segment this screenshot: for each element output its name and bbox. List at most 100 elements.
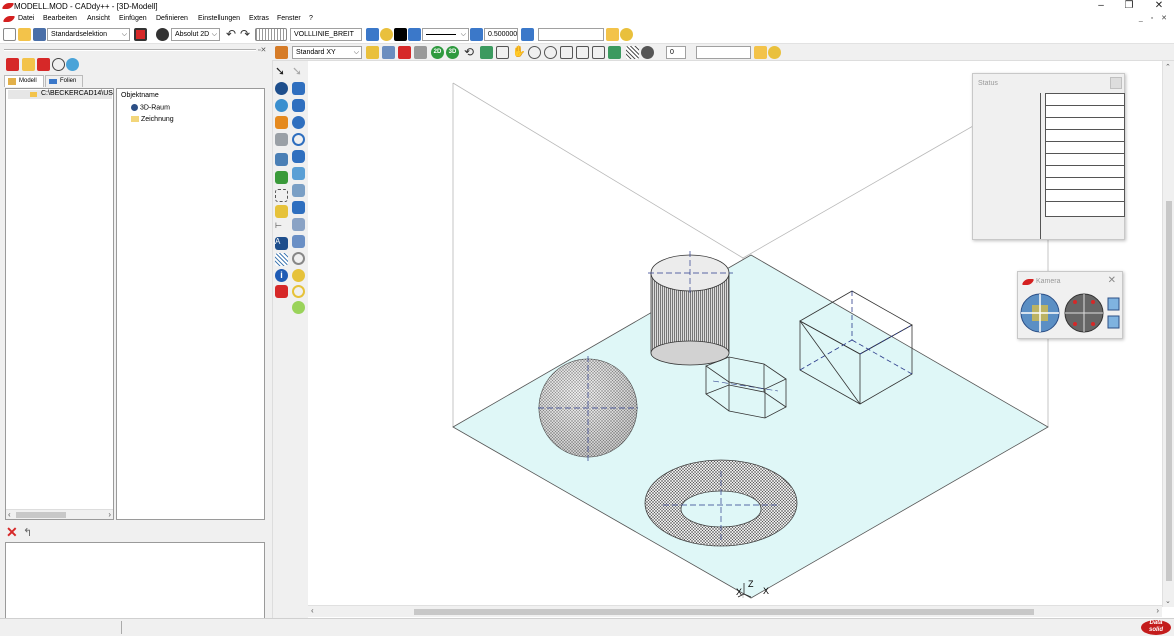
scroll-thumb[interactable]	[414, 609, 1034, 615]
coordinate-mode-icon[interactable]	[156, 28, 169, 41]
menu-fenster[interactable]: Fenster	[277, 15, 301, 22]
info-icon[interactable]	[52, 58, 65, 71]
dimension-icon[interactable]	[414, 46, 427, 59]
hatch-icon[interactable]	[626, 46, 639, 59]
text-tool-icon[interactable]: A	[275, 237, 288, 250]
zoom-window-icon[interactable]	[496, 46, 509, 59]
scroll-left-icon[interactable]: ‹	[8, 510, 11, 520]
open-folder-icon[interactable]	[18, 28, 31, 41]
menu-help[interactable]: ?	[309, 15, 313, 22]
status-panel-close-button[interactable]	[1110, 77, 1122, 89]
selection-filter-icon[interactable]	[134, 28, 147, 41]
object-item-zeichnung[interactable]: Zeichnung	[131, 116, 174, 123]
tree-item-path[interactable]: C:\BECKERCAD14\US	[8, 90, 113, 99]
construction-icon[interactable]	[275, 189, 288, 202]
menu-datei[interactable]: Datei	[18, 15, 34, 22]
scroll-down-icon[interactable]: ⌄	[1165, 597, 1171, 605]
doc-logo-icon[interactable]	[2, 16, 16, 22]
view-cube-alt-icon[interactable]	[1107, 315, 1120, 329]
undo-icon[interactable]: ↶	[226, 28, 239, 41]
restore-button[interactable]: ❐	[1118, 0, 1140, 12]
union-tool-icon[interactable]	[292, 301, 305, 314]
view-mode-select[interactable]: Standard XY ⌵	[292, 46, 362, 59]
snap-icon[interactable]	[398, 46, 411, 59]
redraw-icon[interactable]	[576, 46, 589, 59]
save-icon[interactable]	[33, 28, 46, 41]
color-swatch-icon[interactable]	[394, 28, 407, 41]
navigate-icon[interactable]	[480, 46, 493, 59]
menu-extras[interactable]: Extras	[249, 15, 269, 22]
grid-pattern-icon[interactable]	[255, 28, 287, 41]
number-stepper[interactable]: 0	[666, 46, 686, 59]
extrude-tool-icon[interactable]	[292, 167, 305, 180]
mdi-window-controls[interactable]: _ ▫ ✕	[1139, 14, 1170, 22]
lightbulb-icon[interactable]	[620, 28, 633, 41]
tree-hscrollbar[interactable]: ‹ ›	[6, 509, 113, 519]
tab-folien[interactable]: Folien	[45, 75, 83, 87]
globe-tool-icon[interactable]	[275, 99, 288, 112]
sphere-tool-icon[interactable]	[275, 82, 288, 95]
pan-hand-icon[interactable]: ✋	[512, 46, 526, 59]
pencil-icon[interactable]	[275, 46, 288, 59]
boolean-tool-icon[interactable]	[292, 285, 305, 298]
scroll-right-icon[interactable]: ›	[108, 510, 111, 520]
menu-einfuegen[interactable]: Einfügen	[119, 15, 147, 22]
dimension-tool-icon[interactable]: ⊢	[275, 221, 288, 234]
close-icon[interactable]: ✕	[1108, 275, 1116, 286]
torus-tool-icon[interactable]	[292, 133, 305, 146]
light-icon[interactable]	[366, 46, 379, 59]
redo-icon[interactable]: ↷	[240, 28, 253, 41]
frame-icon[interactable]	[592, 46, 605, 59]
info-icon[interactable]: i	[275, 269, 288, 282]
camera-tool-icon[interactable]	[275, 153, 288, 166]
line-type-field[interactable]: VOLLLINIE_BREIT	[290, 28, 362, 41]
coordinate-mode-select[interactable]: Absolut 2D ⌵	[171, 28, 220, 41]
model-icon[interactable]	[6, 58, 19, 71]
line-width-field[interactable]: 0.500000	[484, 28, 518, 41]
object-item-3d-raum[interactable]: 3D-Raum	[131, 104, 170, 111]
shade-icon[interactable]	[641, 46, 654, 59]
lightbulb-icon[interactable]	[380, 28, 393, 41]
layer-icon[interactable]	[408, 28, 421, 41]
zoom-all-icon[interactable]	[560, 46, 573, 59]
line-style-select[interactable]: ⌵	[422, 28, 469, 41]
viewport-vscrollbar[interactable]: ⌃ ⌄	[1162, 61, 1174, 607]
view-3d-button[interactable]: 3D	[446, 46, 459, 59]
menu-bearbeiten[interactable]: Bearbeiten	[43, 15, 77, 22]
sweep-tool-icon[interactable]	[292, 184, 305, 197]
layer-icon[interactable]	[470, 28, 483, 41]
menu-ansicht[interactable]: Ansicht	[87, 15, 110, 22]
edit-tool-icon[interactable]	[275, 133, 288, 146]
zoom-out-icon[interactable]	[544, 46, 557, 59]
ring-tool-icon[interactable]	[292, 252, 305, 265]
select-arrow-icon[interactable]: ➘	[275, 65, 288, 78]
section-tool-icon[interactable]	[292, 235, 305, 248]
cone-tool-icon[interactable]	[292, 150, 305, 163]
delete-icon[interactable]: ✕	[6, 524, 18, 541]
snap-point-icon[interactable]	[275, 205, 288, 218]
rotate-view-icon[interactable]: ⟲	[464, 46, 477, 59]
ball-tool-icon[interactable]	[292, 116, 305, 129]
scroll-right-icon[interactable]: ›	[1156, 606, 1159, 615]
orbit-sphere-control[interactable]	[1020, 293, 1060, 333]
menu-einstellungen[interactable]: Einstellungen	[198, 15, 240, 22]
hatch-tool-icon[interactable]	[275, 253, 288, 266]
folder-icon[interactable]	[606, 28, 619, 41]
view-2d-button[interactable]: 2D	[431, 46, 444, 59]
cylinder-object[interactable]	[648, 251, 733, 366]
viewport-hscrollbar[interactable]: ‹ ›	[308, 605, 1162, 617]
cylinder-tool-icon[interactable]	[292, 99, 305, 112]
measure-icon[interactable]	[382, 46, 395, 59]
extra-input[interactable]	[538, 28, 604, 41]
material-tool-icon[interactable]	[292, 269, 305, 282]
box-tool-icon[interactable]	[292, 82, 305, 95]
tab-modell[interactable]: Modell	[4, 75, 44, 87]
folder-icon[interactable]	[754, 46, 767, 59]
selection-mode-select[interactable]: Standardselektion ⌵	[47, 28, 130, 41]
layer-icon[interactable]	[521, 28, 534, 41]
remove-icon[interactable]	[37, 58, 50, 71]
menu-definieren[interactable]: Definieren	[156, 15, 188, 22]
solid-tool-icon[interactable]	[292, 201, 305, 214]
green-pencil-icon[interactable]	[275, 171, 288, 184]
panel-gripper[interactable]	[4, 49, 256, 51]
